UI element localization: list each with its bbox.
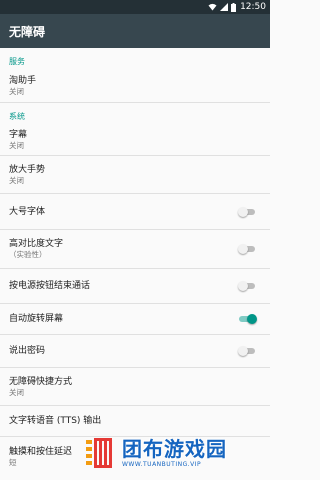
item-title: 无障碍快捷方式 (9, 376, 73, 387)
settings-item-accessibility-shortcut[interactable]: 无障碍快捷方式 关闭 (0, 368, 270, 405)
settings-item-power-ends-call[interactable]: 按电源按钮结束通话 (0, 269, 270, 303)
wifi-icon (208, 3, 217, 11)
watermark: 团布游戏园 WWW.TUANBUTING.VIP (84, 430, 264, 476)
watermark-logo-icon (86, 438, 112, 468)
item-summary: 关闭 (9, 87, 24, 96)
high-contrast-switch[interactable] (238, 244, 256, 254)
page-title: 无障碍 (9, 24, 46, 39)
item-title: 大号字体 (9, 206, 46, 217)
app-bar: 无障碍 (0, 14, 270, 48)
status-bar: 12:50 (0, 0, 270, 14)
item-title: 触摸和按住延迟 (9, 447, 73, 457)
watermark-brand: 团布游戏园 (122, 437, 227, 461)
status-icons (208, 2, 237, 12)
item-summary: 短 (9, 458, 17, 467)
item-title: 淘助手 (9, 76, 37, 86)
settings-item-taozhushou[interactable]: 淘助手 关闭 (0, 70, 270, 102)
section-header-services: 服务 (9, 57, 25, 66)
item-title: 按电源按钮结束通话 (9, 281, 91, 291)
item-summary: （实验性） (9, 250, 47, 259)
settings-item-large-text[interactable]: 大号字体 (0, 194, 270, 229)
status-time: 12:50 (240, 2, 266, 12)
settings-item-auto-rotate[interactable]: 自动旋转屏幕 (0, 304, 270, 334)
settings-item-magnification[interactable]: 放大手势 关闭 (0, 156, 270, 193)
item-title: 高对比度文字 (9, 239, 64, 249)
power-ends-call-switch[interactable] (238, 281, 256, 291)
battery-icon (231, 2, 237, 12)
settings-list: 服务 淘助手 关闭 系统 字幕 关闭 放大手势 关闭 大号字体 高对比度文字 （… (0, 48, 270, 477)
section-header-system: 系统 (9, 112, 25, 121)
settings-item-high-contrast[interactable]: 高对比度文字 （实验性） (0, 230, 270, 268)
item-summary: 关闭 (9, 140, 24, 150)
settings-item-captions[interactable]: 字幕 关闭 (0, 124, 270, 155)
watermark-url: WWW.TUANBUTING.VIP (122, 461, 202, 468)
item-summary: 关闭 (9, 175, 24, 185)
item-title: 字幕 (9, 129, 28, 140)
item-title: 说出密码 (9, 346, 46, 356)
item-title: 自动旋转屏幕 (9, 314, 64, 324)
item-title: 放大手势 (9, 164, 46, 175)
auto-rotate-switch[interactable] (238, 314, 257, 324)
item-title: 文字转语音 (TTS) 输出 (9, 416, 102, 426)
speak-passwords-switch[interactable] (238, 346, 256, 356)
large-text-switch[interactable] (238, 206, 256, 217)
settings-item-speak-passwords[interactable]: 说出密码 (0, 335, 270, 367)
signal-icon (220, 3, 229, 11)
item-summary: 关闭 (9, 387, 24, 397)
